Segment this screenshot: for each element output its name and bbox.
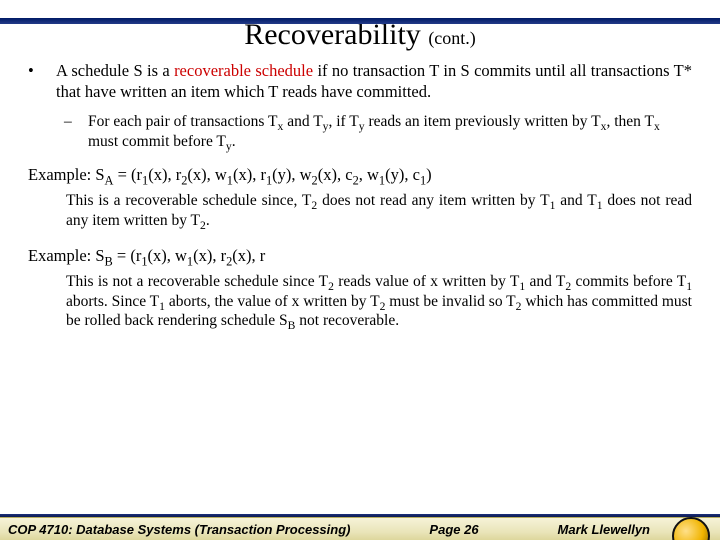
- keyword-recoverable-schedule: recoverable schedule: [174, 61, 313, 80]
- t: (x), r: [148, 165, 181, 184]
- t: and T: [555, 192, 596, 209]
- t: commits before T: [571, 273, 686, 290]
- example-b-explain: This is not a recoverable schedule since…: [66, 272, 692, 331]
- slide-body: • A schedule S is a recoverable schedule…: [0, 60, 720, 331]
- t: (x), r: [193, 246, 226, 265]
- t: aborts, the value of x written by T: [165, 293, 380, 310]
- t: .: [232, 133, 236, 150]
- slide: Recoverability (cont.) • A schedule S is…: [0, 18, 720, 540]
- t: must be invalid so T: [385, 293, 515, 310]
- top-rule: [0, 18, 720, 24]
- bullet-mark: •: [28, 60, 56, 102]
- footer-course: COP 4710: Database Systems (Transaction …: [8, 522, 350, 537]
- t: aborts. Since T: [66, 293, 159, 310]
- t: must commit before T: [88, 133, 226, 150]
- t: not recoverable.: [295, 312, 399, 329]
- slide-footer: COP 4710: Database Systems (Transaction …: [0, 514, 720, 540]
- t: = (r: [113, 165, 142, 184]
- t: (x), r: [232, 246, 265, 265]
- t: does not read any item written by T: [317, 192, 549, 209]
- footer-author: Mark Llewellyn: [558, 522, 650, 537]
- t: (y), c: [385, 165, 420, 184]
- t: reads an item previously written by T: [365, 113, 601, 130]
- sub: B: [105, 254, 113, 268]
- title-cont: (cont.): [428, 28, 475, 48]
- t: = (r: [113, 246, 142, 265]
- t: For each pair of transactions T: [88, 113, 278, 130]
- t: (x), w: [187, 165, 226, 184]
- t: (y), w: [272, 165, 311, 184]
- t: , then T: [606, 113, 654, 130]
- t: Example: S: [28, 165, 105, 184]
- footer-page: Page 26: [429, 522, 478, 537]
- t: Example: S: [28, 246, 105, 265]
- example-a-explain: This is a recoverable schedule since, T2…: [66, 191, 692, 231]
- t: (x), c: [318, 165, 353, 184]
- dash-mark: –: [64, 112, 88, 152]
- t: .: [206, 212, 210, 229]
- subbullet-text: For each pair of transactions Tx and Ty,…: [88, 112, 692, 152]
- t: This is a recoverable schedule since, T: [66, 192, 311, 209]
- t: and T: [525, 273, 565, 290]
- sub: 1: [686, 280, 692, 293]
- def-prefix: A schedule S is a: [56, 61, 174, 80]
- t: and T: [283, 113, 322, 130]
- definition-subbullet: – For each pair of transactions T x and T…: [64, 112, 692, 152]
- definition-text: A schedule S is a recoverable schedule i…: [56, 60, 692, 102]
- t: This is not a recoverable schedule since…: [66, 273, 328, 290]
- t: (x), r: [233, 165, 266, 184]
- footer-row: COP 4710: Database Systems (Transaction …: [8, 522, 650, 537]
- t: , if T: [328, 113, 358, 130]
- example-b: Example: SB = (r1(x), w1(x), r2(x), r: [28, 245, 692, 266]
- t: ): [426, 165, 432, 184]
- definition-bullet: • A schedule S is a recoverable schedule…: [28, 60, 692, 102]
- t: , w: [359, 165, 379, 184]
- sub: x: [654, 120, 660, 133]
- t: reads value of x written by T: [334, 273, 520, 290]
- example-a: Example: SA = (r1(x), r2(x), w1(x), r1(y…: [28, 164, 692, 185]
- t: (x), w: [148, 246, 187, 265]
